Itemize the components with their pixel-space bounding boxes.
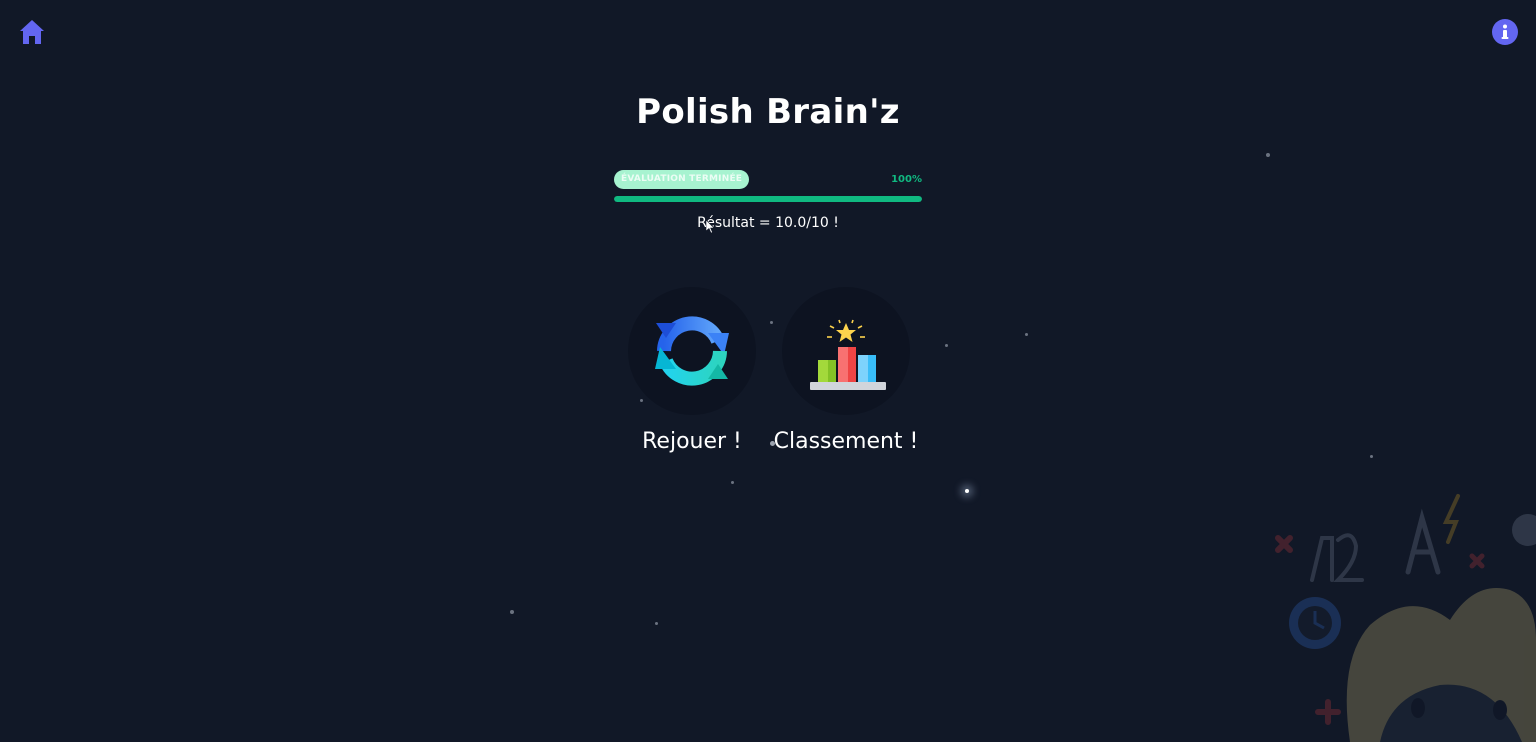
background-star [1025, 333, 1028, 336]
refresh-icon [655, 316, 729, 386]
home-button[interactable] [18, 18, 46, 46]
leaderboard-icon-circle [782, 287, 910, 415]
info-button[interactable] [1492, 19, 1518, 45]
background-star [965, 489, 969, 493]
replay-button[interactable]: Rejouer ! [628, 287, 756, 454]
progress-bar [614, 196, 922, 202]
replay-label: Rejouer ! [642, 429, 742, 454]
background-star [1266, 153, 1270, 157]
background-star [510, 610, 514, 614]
replay-icon-circle [628, 287, 756, 415]
background-star [1370, 455, 1373, 458]
progress-percent: 100% [891, 174, 922, 185]
background-star [731, 481, 734, 484]
page-title: Polish Brain'z [636, 92, 900, 132]
background-star [655, 622, 658, 625]
progress-section: ÉVALUATION TERMINÉE 100% [614, 170, 922, 206]
info-icon [1492, 19, 1518, 45]
background-star [945, 344, 948, 347]
home-icon [20, 20, 44, 44]
leaderboard-button[interactable]: Classement ! [770, 287, 922, 454]
progress-bar-fill [614, 196, 922, 202]
result-text: Résultat = 10.0/10 ! [697, 215, 839, 231]
leaderboard-icon [810, 319, 886, 390]
background-illustration [1275, 494, 1536, 742]
status-badge: ÉVALUATION TERMINÉE [614, 170, 750, 189]
mouse-cursor-icon [706, 220, 714, 234]
leaderboard-label: Classement ! [773, 429, 919, 454]
